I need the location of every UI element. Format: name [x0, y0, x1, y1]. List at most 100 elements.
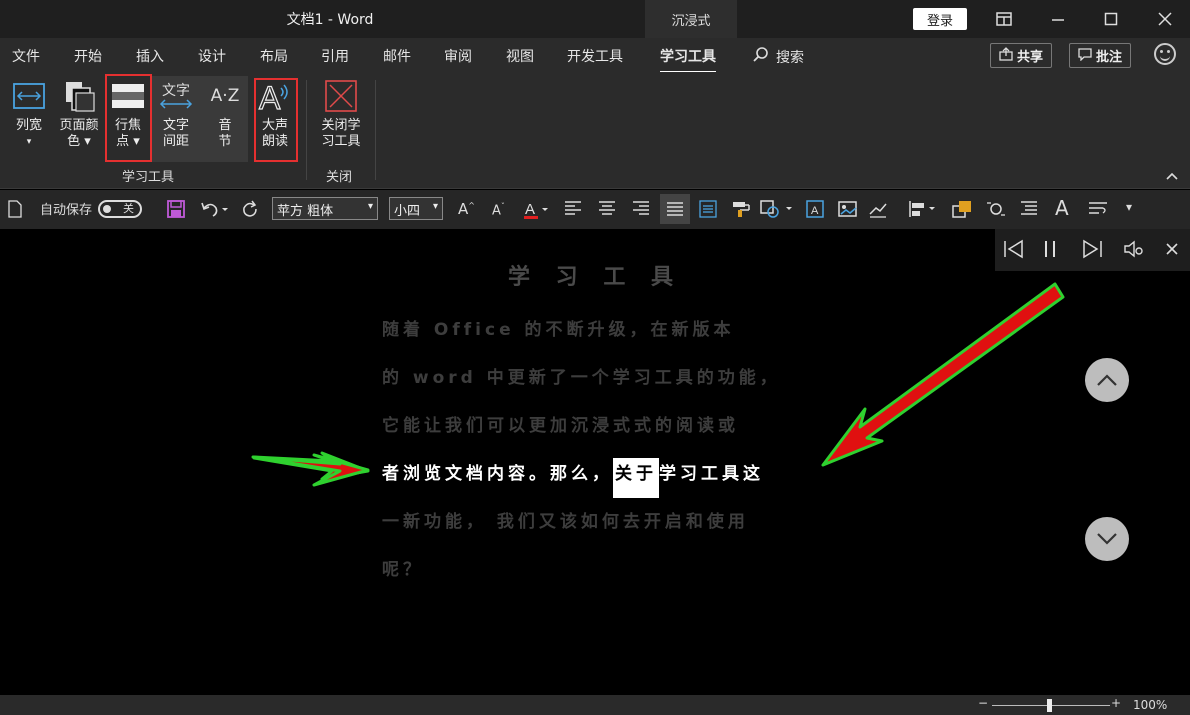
- grow-font-icon[interactable]: A^: [458, 200, 475, 218]
- share-button[interactable]: 共享: [990, 43, 1053, 68]
- tab-insert[interactable]: 插入: [136, 46, 164, 66]
- zoom-in-icon[interactable]: +: [1111, 696, 1121, 710]
- text-spacing-label-1: 文字: [162, 118, 189, 133]
- align-right-icon[interactable]: [632, 200, 650, 220]
- align-left-icon[interactable]: [564, 200, 582, 220]
- tab-home[interactable]: 开始: [74, 46, 102, 66]
- tab-developer[interactable]: 开发工具: [567, 46, 623, 66]
- tab-design[interactable]: 设计: [198, 46, 226, 66]
- annotation-arrow-right-icon: [251, 451, 370, 487]
- scroll-down-button[interactable]: [1085, 517, 1129, 561]
- shapes-icon[interactable]: [760, 200, 792, 222]
- shrink-font-icon[interactable]: Aˇ: [492, 202, 505, 218]
- document-line: 的 word 中更新了一个学习工具的功能，: [382, 368, 781, 388]
- page-color-button[interactable]: 页面颜 色 ▾: [54, 78, 104, 150]
- font-size-value: 小四: [394, 204, 421, 219]
- line-focus-highlight: [105, 74, 152, 162]
- text-styles-icon[interactable]: A: [1055, 196, 1069, 220]
- autosave-control[interactable]: 自动保存 关: [40, 199, 143, 218]
- document-line: 呢？: [382, 560, 424, 580]
- page-color-label-1: 页面颜: [59, 118, 99, 133]
- document-line: 一新功能， 我们又该如何去开启和使用: [382, 512, 749, 532]
- text-box-icon[interactable]: A: [806, 200, 824, 222]
- picture-icon[interactable]: [838, 200, 858, 222]
- tab-view[interactable]: 视图: [506, 46, 534, 66]
- page-color-icon: [61, 78, 97, 114]
- text-spacing-button[interactable]: 文字 文字 间距: [154, 78, 198, 150]
- text-spacing-label-2: 间距: [162, 134, 189, 149]
- wrap-text-icon[interactable]: [986, 200, 1006, 222]
- quick-access-toolbar: 自动保存 关 苹方 粗体 ▾ 小四 ▾ A^ Aˇ A A A ▾: [0, 190, 1190, 229]
- scroll-up-button[interactable]: [1085, 358, 1129, 402]
- svg-text:A: A: [525, 201, 535, 218]
- ribbon-display-icon[interactable]: [993, 8, 1015, 30]
- align-center-icon[interactable]: [598, 200, 616, 220]
- tab-references[interactable]: 引用: [321, 46, 349, 66]
- group-separator: [375, 80, 376, 180]
- format-painter-icon[interactable]: [732, 200, 752, 222]
- close-learning-tools-label-1: 关闭学: [321, 118, 361, 133]
- edit-shape-icon[interactable]: [868, 200, 888, 222]
- svg-text:A: A: [811, 205, 819, 217]
- tab-layout[interactable]: 布局: [260, 46, 288, 66]
- font-size-select[interactable]: 小四 ▾: [389, 197, 443, 220]
- ribbon-learning-tools: 列宽 ▾ 页面颜 色 ▾ 行焦 点 ▾ 文字 文字 间距 A·Z 音 节 A 大…: [0, 72, 1190, 189]
- syllables-button[interactable]: A·Z 音 节: [204, 78, 246, 150]
- group-label-learning-tools: 学习工具: [122, 170, 175, 185]
- tab-mailings[interactable]: 邮件: [383, 46, 411, 66]
- tab-learning-tools[interactable]: 学习工具: [660, 46, 716, 74]
- tab-file[interactable]: 文件: [12, 46, 40, 66]
- column-width-label: 列宽: [15, 118, 42, 133]
- feedback-smiley-icon[interactable]: [1154, 43, 1176, 65]
- close-learning-tools-icon: [323, 78, 359, 114]
- distributed-align-icon[interactable]: [699, 200, 717, 222]
- align-objects-icon[interactable]: [908, 200, 936, 222]
- redo-icon[interactable]: [240, 200, 260, 222]
- search-box[interactable]: 搜索: [752, 46, 804, 68]
- font-color-icon[interactable]: A: [524, 200, 548, 224]
- syllables-icon: A·Z: [207, 78, 243, 114]
- chevron-down-icon: [1097, 533, 1117, 545]
- comment-icon: [1078, 47, 1092, 65]
- close-learning-tools-button[interactable]: 关闭学 习工具: [316, 78, 366, 150]
- autosave-label: 自动保存: [40, 203, 93, 218]
- column-width-icon: [11, 78, 47, 114]
- close-learning-tools-label-2: 习工具: [321, 134, 361, 149]
- status-bar: − + 100%: [0, 695, 1190, 715]
- group-label-close: 关闭: [326, 170, 353, 185]
- minimize-icon[interactable]: [1047, 8, 1069, 30]
- zoom-out-icon[interactable]: −: [978, 696, 988, 710]
- share-label: 共享: [1017, 50, 1044, 65]
- focused-line-after: 学习工具这: [659, 464, 764, 484]
- dropdown-arrow-icon: ▾: [367, 201, 373, 212]
- search-label: 搜索: [776, 50, 804, 66]
- save-icon[interactable]: [167, 200, 185, 222]
- document-line: 随着 Office 的不断升级，在新版本: [382, 320, 735, 340]
- zoom-level[interactable]: 100%: [1133, 698, 1167, 712]
- window-title: 文档1 - Word: [286, 12, 374, 28]
- undo-icon[interactable]: [200, 200, 228, 222]
- zoom-slider-thumb[interactable]: [1047, 699, 1052, 712]
- search-icon: [752, 46, 770, 68]
- customize-toolbar-icon[interactable]: ▾: [1126, 200, 1132, 214]
- new-document-icon[interactable]: [8, 200, 22, 222]
- tab-review[interactable]: 审阅: [444, 46, 472, 66]
- focused-line-before: 者浏览文档内容。那么，: [382, 464, 613, 484]
- login-button[interactable]: 登录: [913, 8, 967, 30]
- bring-forward-icon[interactable]: [952, 200, 972, 222]
- immersive-tab[interactable]: 沉浸式: [645, 0, 737, 38]
- group-separator: [306, 80, 307, 180]
- ribbon-tabs: 文件 开始 插入 设计 布局 引用 邮件 审阅 视图 开发工具 学习工具 搜索 …: [0, 38, 1190, 74]
- column-width-button[interactable]: 列宽 ▾: [8, 78, 50, 150]
- line-spacing-icon[interactable]: [1088, 200, 1108, 222]
- column-width-dropdown: ▾: [26, 137, 32, 147]
- paragraph-settings-icon[interactable]: [1020, 200, 1038, 222]
- maximize-icon[interactable]: [1100, 8, 1122, 30]
- comment-button[interactable]: 批注: [1069, 43, 1132, 68]
- autosave-toggle[interactable]: 关: [98, 199, 143, 218]
- close-icon[interactable]: [1154, 8, 1176, 30]
- justify-icon[interactable]: [660, 194, 690, 224]
- font-name-select[interactable]: 苹方 粗体 ▾: [272, 197, 378, 220]
- collapse-ribbon-chevron-up-icon[interactable]: [1166, 168, 1178, 184]
- read-aloud-highlight: [254, 78, 298, 162]
